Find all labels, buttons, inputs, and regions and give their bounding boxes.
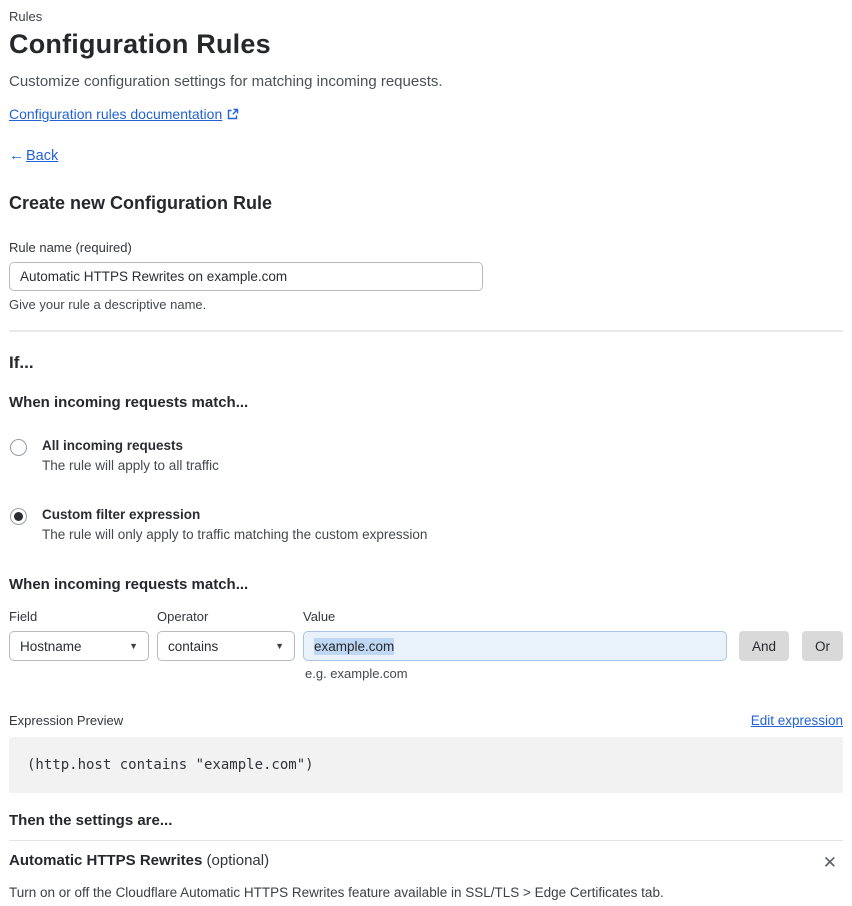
radio-selected-icon[interactable] (10, 508, 27, 525)
setting-card-automatic-https-rewrites: Automatic HTTPS Rewrites (optional) ✕ Tu… (9, 852, 843, 906)
if-heading: If... (9, 353, 34, 372)
radio-unselected-icon[interactable] (10, 439, 27, 456)
setting-optional-label: (optional) (202, 852, 270, 869)
radio-description: The rule will only apply to traffic matc… (42, 527, 428, 542)
back-link[interactable]: Back (26, 148, 58, 164)
create-rule-title: Create new Configuration Rule (9, 193, 273, 213)
chevron-down-icon: ▼ (275, 641, 284, 651)
expression-preview-box: (http.host contains "example.com") (9, 737, 843, 793)
operator-select-value: contains (168, 638, 219, 654)
value-input-text: example.com (314, 637, 395, 655)
match-heading: When incoming requests match... (9, 394, 249, 411)
field-column-label: Field (9, 609, 38, 624)
setting-description: Turn on or off the Cloudflare Automatic … (9, 885, 664, 900)
field-select-value: Hostname (20, 638, 82, 654)
and-button[interactable]: And (738, 631, 789, 661)
breadcrumb: Rules (9, 9, 43, 24)
value-help-text: e.g. example.com (305, 666, 408, 681)
back-arrow-icon: ← (9, 147, 24, 164)
expression-code: (http.host contains "example.com") (27, 757, 314, 773)
operator-select[interactable]: contains ▼ (157, 631, 295, 661)
expression-preview-label: Expression Preview (9, 713, 124, 728)
page-subtitle: Customize configuration settings for mat… (9, 73, 443, 90)
back-row[interactable]: ← Back (9, 147, 843, 164)
radio-label: All incoming requests (42, 438, 184, 453)
configuration-rules-page: Rules Configuration Rules Customize conf… (0, 0, 852, 906)
section-divider (9, 330, 843, 332)
page-title: Configuration Rules (9, 29, 271, 59)
value-column-label: Value (303, 609, 336, 624)
setting-name: Automatic HTTPS Rewrites (9, 852, 203, 869)
value-input[interactable]: example.com (303, 631, 727, 661)
edit-expression-link[interactable]: Edit expression (751, 713, 843, 728)
radio-option-all-requests[interactable]: All incoming requests The rule will appl… (9, 438, 843, 473)
close-icon[interactable]: ✕ (817, 852, 843, 873)
chevron-down-icon: ▼ (129, 641, 138, 651)
external-link-icon (227, 108, 239, 120)
or-button[interactable]: Or (802, 631, 843, 661)
then-heading: Then the settings are... (9, 812, 173, 829)
rule-name-help: Give your rule a descriptive name. (9, 297, 207, 312)
rule-name-label: Rule name (required) (9, 240, 132, 255)
field-select[interactable]: Hostname ▼ (9, 631, 149, 661)
radio-label: Custom filter expression (42, 507, 201, 522)
expression-builder-heading: When incoming requests match... (9, 576, 249, 593)
rule-name-input[interactable] (9, 262, 483, 291)
setting-divider (9, 840, 843, 841)
operator-column-label: Operator (157, 609, 209, 624)
radio-description: The rule will apply to all traffic (42, 458, 219, 473)
documentation-link[interactable]: Configuration rules documentation (9, 106, 222, 122)
radio-option-custom-filter[interactable]: Custom filter expression The rule will o… (9, 507, 843, 542)
